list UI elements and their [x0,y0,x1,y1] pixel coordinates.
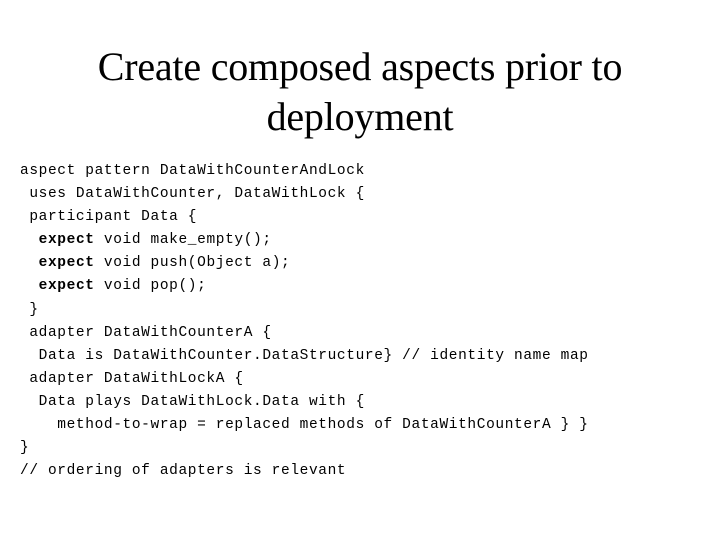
code-text: adapter DataWithCounterA { [20,324,272,341]
code-text: participant Data { [20,209,198,226]
code-line: adapter DataWithCounterA { [20,322,710,345]
code-text: adapter DataWithLockA { [20,370,244,387]
code-text: method-to-wrap = replaced methods of Dat… [20,417,589,434]
code-line: adapter DataWithLockA { [20,368,710,391]
code-text: void pop(); [94,278,207,295]
code-text: Data plays DataWithLock.Data with { [20,393,365,410]
code-text: uses DataWithCounter, DataWithLock { [20,186,365,203]
code-keyword: expect [38,232,95,249]
code-text: void make_empty(); [94,232,272,249]
code-block: aspect pattern DataWithCounterAndLock us… [20,160,710,483]
code-keyword: expect [38,278,95,295]
code-line: } [20,437,710,460]
code-text: // ordering of adapters is relevant [20,463,347,480]
code-text: } [20,440,30,457]
code-line: Data is DataWithCounter.DataStructure} /… [20,345,710,368]
code-line: method-to-wrap = replaced methods of Dat… [20,414,710,437]
code-line: uses DataWithCounter, DataWithLock { [20,183,710,206]
code-line: // ordering of adapters is relevant [20,460,710,483]
code-line: } [20,299,710,322]
page-title: Create composed aspects prior to deploym… [97,44,623,139]
code-text: Data is DataWithCounter.DataStructure} /… [20,347,589,364]
code-line: expect void make_empty(); [20,229,710,252]
code-line: participant Data { [20,206,710,229]
code-line: expect void push(Object a); [20,252,710,275]
code-keyword: expect [38,255,95,272]
code-text: void push(Object a); [94,255,291,272]
code-text: } [20,301,39,318]
slide-canvas: Create composed aspects prior to deploym… [0,0,720,540]
code-line: Data plays DataWithLock.Data with { [20,391,710,414]
code-line: aspect pattern DataWithCounterAndLock [20,160,710,183]
code-line: expect void pop(); [20,275,710,298]
code-text: aspect pattern DataWithCounterAndLock [20,163,365,179]
